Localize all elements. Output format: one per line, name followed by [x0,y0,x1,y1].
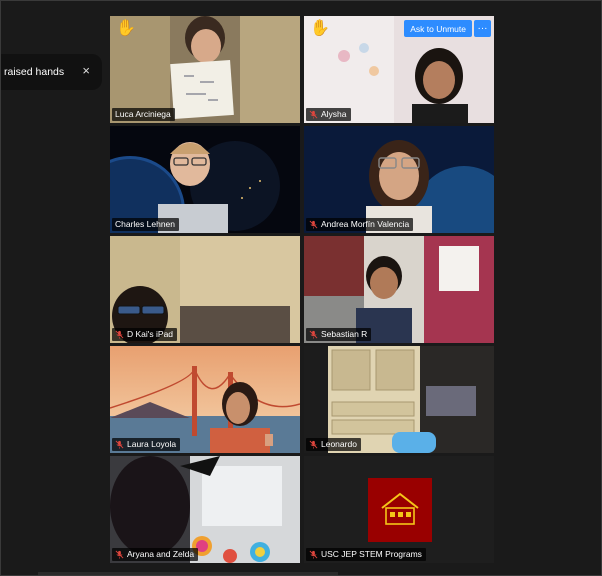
participant-name-tag: Charles Lehnen [112,218,180,231]
participant-name: Laura Loyola [127,439,177,449]
video-feed [110,346,300,453]
participant-name-tag: Aryana and Zelda [112,548,199,561]
video-tile-alysha[interactable]: ✋ Ask to Unmute ··· Alysha [304,16,494,123]
video-feed [110,126,300,233]
mic-muted-icon [309,220,318,229]
mic-muted-icon [309,440,318,449]
ask-to-unmute-button[interactable]: Ask to Unmute [404,20,472,37]
mic-muted-icon [115,330,124,339]
video-tile-charles[interactable]: Charles Lehnen [110,126,300,233]
participant-name-tag: Sebastian R [306,328,372,341]
participant-name-tag: Alysha [306,108,351,121]
video-tile-andrea[interactable]: Andrea Morfín Valencia [304,126,494,233]
profile-logo [304,456,494,563]
participant-name: Aryana and Zelda [127,549,195,559]
video-feed [304,346,494,453]
gallery-grid: ✋ Luca Arciniega ✋ Ask to Unmute ··· Aly… [110,16,496,563]
bottom-toolbar-edge [38,572,338,576]
participant-name: Leonardo [321,439,357,449]
participant-name-tag: D Kai's iPad [112,328,178,341]
participant-name-tag: Luca Arciniega [112,108,175,121]
mic-muted-icon [309,550,318,559]
mic-muted-icon [115,550,124,559]
participant-name: Charles Lehnen [115,219,176,229]
video-feed [304,126,494,233]
participant-name-tag: USC JEP STEM Programs [306,548,426,561]
participant-name: D Kai's iPad [127,329,174,339]
video-tile-dkai[interactable]: D Kai's iPad [110,236,300,343]
participant-name: USC JEP STEM Programs [321,549,422,559]
participant-name: Luca Arciniega [115,109,171,119]
raised-hand-icon: ✋ [116,20,136,37]
video-feed [110,16,300,123]
video-tile-leonardo[interactable]: Leonardo [304,346,494,453]
participant-name-tag: Leonardo [306,438,361,451]
video-feed [304,236,494,343]
video-feed [110,236,300,343]
mic-muted-icon [309,330,318,339]
raised-hands-toast: raised hands × [0,54,102,90]
video-tile-sebastian[interactable]: Sebastian R [304,236,494,343]
video-tile-usc-jep[interactable]: USC JEP STEM Programs [304,456,494,563]
participant-name: Sebastian R [321,329,368,339]
raised-hand-icon: ✋ [310,20,330,37]
participant-name-tag: Andrea Morfín Valencia [306,218,414,231]
more-options-button[interactable]: ··· [474,20,491,37]
mic-muted-icon [309,110,318,119]
participant-name: Andrea Morfín Valencia [321,219,410,229]
video-tile-luca[interactable]: ✋ Luca Arciniega [110,16,300,123]
video-feed [110,456,300,563]
video-tile-aryana-zelda[interactable]: Aryana and Zelda [110,456,300,563]
mic-muted-icon [115,440,124,449]
video-tile-laura[interactable]: Laura Loyola [110,346,300,453]
toast-label: raised hands [4,66,65,78]
close-icon[interactable]: × [82,64,90,78]
participant-name-tag: Laura Loyola [112,438,181,451]
participant-name: Alysha [321,109,347,119]
